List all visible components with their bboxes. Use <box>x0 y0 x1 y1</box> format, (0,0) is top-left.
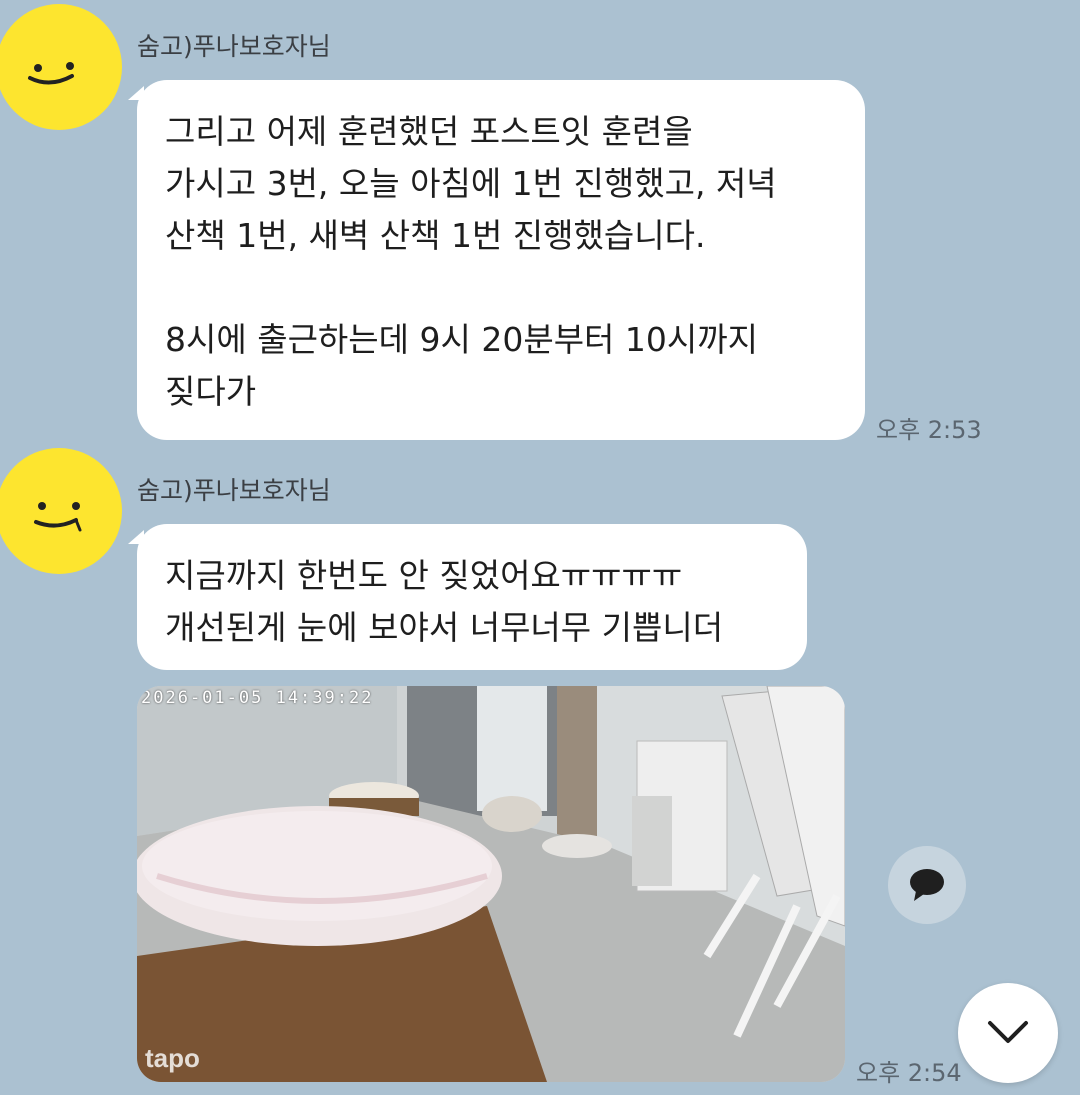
message-line: 개선된게 눈에 보야서 너무너무 기쁩니더 <box>165 608 724 647</box>
message-line: 산책 1번, 새벽 산책 1번 진행했습니다. <box>165 216 706 255</box>
smiley-face-icon <box>28 62 74 85</box>
message-bubble[interactable]: 지금까지 한번도 안 짖었어요ㅠㅠㅠㅠ 개선된게 눈에 보야서 너무너무 기쁩니… <box>137 524 807 670</box>
sender-name: 숨고)푸나보호자님 <box>137 32 331 61</box>
message-line: 8시에 출근하는데 9시 20분부터 10시까지 <box>165 320 758 359</box>
comment-button[interactable] <box>888 846 966 924</box>
message-time: 오후 2:53 <box>876 416 982 444</box>
message-bubble[interactable]: 그리고 어제 훈련했던 포스트잇 훈련을 가시고 3번, 오늘 아침에 1번 진… <box>137 80 865 440</box>
avatar[interactable] <box>0 448 122 574</box>
message-line: 짖다가 <box>165 372 257 411</box>
message-line: 가시고 3번, 오늘 아침에 1번 진행했고, 저녁 <box>165 164 777 203</box>
camera-snapshot-image <box>137 686 845 1082</box>
photo-attachment[interactable]: 2026-01-05 14:39:22 tapo <box>137 686 845 1082</box>
avatar[interactable] <box>0 4 122 130</box>
smiley-face-icon <box>34 502 82 532</box>
camera-watermark: tapo <box>145 1043 200 1073</box>
sender-name: 숨고)푸나보호자님 <box>137 476 331 505</box>
scroll-to-bottom-button[interactable] <box>958 983 1058 1083</box>
message-line: 지금까지 한번도 안 짖었어요ㅠㅠㅠㅠ <box>165 556 683 595</box>
message-line: 그리고 어제 훈련했던 포스트잇 훈련을 <box>165 112 693 151</box>
photo-time: 오후 2:54 <box>856 1059 962 1087</box>
speech-bubble-icon <box>910 869 944 901</box>
chevron-down-icon <box>988 1021 1028 1043</box>
photo-timestamp: 2026-01-05 14:39:22 <box>141 688 374 708</box>
